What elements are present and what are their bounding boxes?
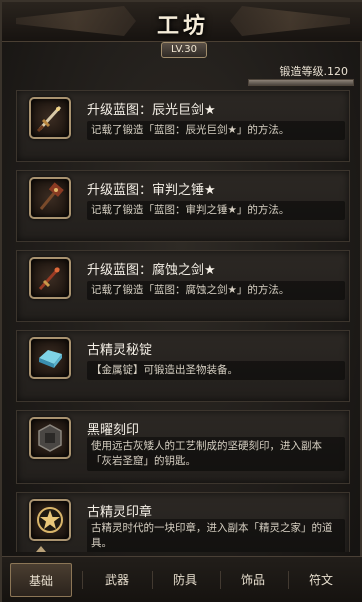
forging-level-label: 锻造等级.120 (279, 65, 349, 78)
title-bar: 工坊 (2, 2, 362, 42)
obsidian-seal-icon (29, 417, 71, 459)
workshop-level-badge: LV.30 (161, 42, 207, 58)
active-tab-indicator (36, 546, 46, 552)
tab-divider (82, 571, 83, 589)
item-title: 古精灵秘锭 (87, 343, 153, 358)
item-title: 升级蓝图：辰光巨剑★ (87, 103, 216, 118)
greatsword-icon (29, 97, 71, 139)
tab-accessories[interactable]: 饰品 (222, 563, 284, 597)
item-title: 黑曜刻印 (87, 423, 140, 438)
window-title: 工坊 (156, 13, 209, 39)
hammer-icon (29, 177, 71, 219)
item-list[interactable]: 升级蓝图：辰光巨剑★ 记载了锻造「蓝图：辰光巨剑★」的方法。 升级蓝图：审判之锤… (16, 90, 350, 552)
list-item[interactable]: 古精灵印章 古精灵时代的一块印章，进入副本「精灵之家」的道具。 (16, 492, 350, 552)
item-title: 升级蓝图：腐蚀之剑★ (87, 263, 216, 278)
tab-divider (288, 571, 289, 589)
item-title: 古精灵印章 (87, 505, 153, 520)
list-item[interactable]: 黑曜刻印 使用远古灰矮人的工艺制成的坚硬刻印，进入副本「灰岩圣窟」的钥匙。 (16, 410, 350, 484)
tab-weapons[interactable]: 武器 (86, 563, 148, 597)
item-description: 记载了锻造「蓝图：腐蚀之剑★」的方法。 (87, 281, 345, 300)
item-description: 记载了锻造「蓝图：审判之锤★」的方法。 (87, 201, 345, 220)
tab-runes[interactable]: 符文 (290, 563, 352, 597)
tab-armor[interactable]: 防具 (154, 563, 216, 597)
sword-icon (29, 257, 71, 299)
tab-divider (220, 571, 221, 589)
ingot-icon (29, 337, 71, 379)
list-item[interactable]: 升级蓝图：腐蚀之剑★ 记载了锻造「蓝图：腐蚀之剑★」的方法。 (16, 250, 350, 322)
list-item[interactable]: 升级蓝图：辰光巨剑★ 记载了锻造「蓝图：辰光巨剑★」的方法。 (16, 90, 350, 162)
item-title: 升级蓝图：审判之锤★ (87, 183, 216, 198)
list-item[interactable]: 古精灵秘锭 【金属锭】可锻造出圣物装备。 (16, 330, 350, 402)
forging-progress-bar (248, 79, 354, 86)
item-description: 古精灵时代的一块印章，进入副本「精灵之家」的道具。 (87, 519, 345, 552)
tab-divider (152, 571, 153, 589)
item-description: 使用远古灰矮人的工艺制成的坚硬刻印，进入副本「灰岩圣窟」的钥匙。 (87, 437, 345, 471)
tab-basic[interactable]: 基础 (10, 563, 72, 597)
category-tab-bar: 基础 武器 防具 饰品 符文 (2, 556, 362, 602)
workshop-window: 工坊 LV.30 锻造等级.120 升级蓝图：辰光巨剑★ 记载了锻造「蓝图：辰光… (0, 0, 362, 602)
elven-seal-icon (29, 499, 71, 541)
item-description: 记载了锻造「蓝图：辰光巨剑★」的方法。 (87, 121, 345, 140)
list-item[interactable]: 升级蓝图：审判之锤★ 记载了锻造「蓝图：审判之锤★」的方法。 (16, 170, 350, 242)
item-description: 【金属锭】可锻造出圣物装备。 (87, 361, 345, 380)
forging-progress-fill (249, 80, 353, 85)
